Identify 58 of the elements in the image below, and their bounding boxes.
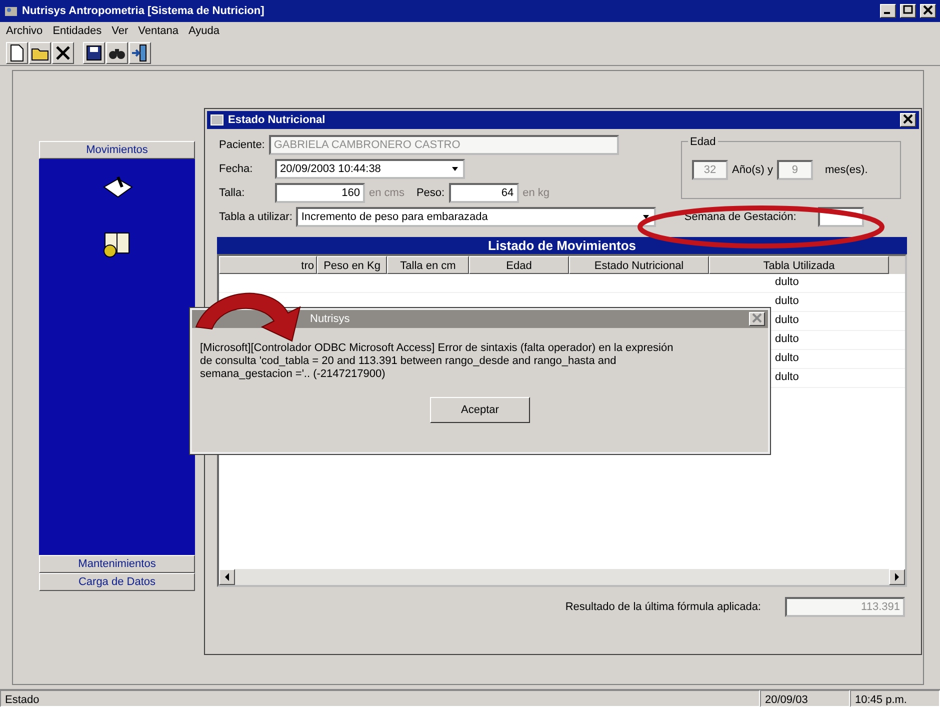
table-cell-text: dulto bbox=[775, 313, 799, 328]
scroll-right-button[interactable] bbox=[889, 569, 905, 585]
table-cell-text: dulto bbox=[775, 370, 799, 385]
close-button[interactable] bbox=[920, 4, 936, 18]
error-message: [Microsoft][Controlador ODBC Microsoft Access] Error de sintaxis (falta operador) en la expresión de consulta 'cod_tabla = 20 and 113.391 between rango_desde and rango_hasta and semana_gestacion ='.. (-2147217900) bbox=[199, 341, 674, 381]
menu-item[interactable]: Entidades bbox=[52, 22, 102, 40]
list-title: Listado de Movimientos bbox=[217, 237, 907, 254]
section-tab[interactable]: Movimientos bbox=[39, 141, 195, 159]
field-label: Tabla a utilizar: bbox=[219, 210, 292, 225]
close-icon[interactable] bbox=[923, 5, 933, 16]
scroll-left-button[interactable] bbox=[219, 569, 235, 585]
column-header[interactable]: Peso en Kg bbox=[317, 256, 387, 274]
maximize-button[interactable] bbox=[900, 4, 916, 18]
table-dropdown[interactable]: Incremento de peso para embarazada bbox=[296, 207, 656, 227]
status-text: Estado bbox=[0, 690, 760, 707]
column-header[interactable]: Estado Nutricional bbox=[569, 256, 709, 274]
table-cell-text: dulto bbox=[775, 275, 799, 290]
table-cell-text: dulto bbox=[775, 332, 799, 347]
status-text: 20/09/03 bbox=[760, 690, 850, 707]
table-cell-text: dulto bbox=[775, 294, 799, 309]
close-button[interactable] bbox=[749, 312, 765, 326]
unit-label: en cms bbox=[369, 186, 404, 201]
date-dropdown[interactable]: 20/09/2003 10:44:38 bbox=[275, 159, 465, 179]
field-label: Resultado de la última fórmula aplicada: bbox=[565, 600, 761, 615]
close-button[interactable] bbox=[900, 113, 916, 127]
window-title: Estado Nutricional bbox=[228, 112, 326, 128]
field-label: mes(es). bbox=[824, 162, 868, 178]
field-label: Talla: bbox=[219, 186, 246, 201]
section-tab[interactable]: Mantenimientos bbox=[39, 555, 195, 573]
app-icon bbox=[4, 4, 18, 18]
window-title: Nutrisys Antropometria [Sistema de Nutricion] bbox=[22, 4, 266, 19]
weight-field[interactable]: 64 bbox=[448, 183, 519, 203]
field-label: Peso: bbox=[416, 186, 445, 201]
unit-label: en kg bbox=[522, 186, 550, 201]
minimize-button[interactable] bbox=[880, 4, 896, 18]
dialog-title: Nutrisys bbox=[310, 312, 350, 327]
table-cell-text: dulto bbox=[775, 351, 799, 366]
field-label: Año(s) y bbox=[732, 162, 773, 178]
status-text: 10:45 p.m. bbox=[850, 690, 940, 707]
close-icon[interactable] bbox=[903, 114, 913, 124]
column-header[interactable]: Edad bbox=[469, 256, 569, 274]
section-tab[interactable]: Carga de Datos bbox=[39, 573, 195, 591]
left-arrow-icon[interactable] bbox=[223, 572, 231, 581]
field-label: Fecha: bbox=[219, 162, 254, 177]
column-header[interactable]: Tabla Utilizada bbox=[709, 256, 889, 274]
menu-item[interactable]: Ayuda bbox=[188, 22, 220, 40]
accept-button[interactable]: Aceptar bbox=[430, 397, 530, 423]
menu-item[interactable]: Ventana bbox=[138, 22, 179, 40]
column-header[interactable]: tro bbox=[219, 256, 317, 274]
column-header[interactable]: Talla en cm bbox=[387, 256, 469, 274]
maximize-icon[interactable] bbox=[903, 5, 913, 16]
horizontal-scrollbar[interactable] bbox=[219, 569, 905, 585]
field-label: Paciente: bbox=[219, 138, 265, 153]
height-field[interactable]: 160 bbox=[275, 183, 365, 203]
menu-item[interactable]: Archivo bbox=[6, 22, 43, 40]
right-arrow-icon[interactable] bbox=[893, 572, 901, 581]
form-icon bbox=[210, 114, 224, 126]
menu-item[interactable]: Ver bbox=[112, 22, 128, 40]
